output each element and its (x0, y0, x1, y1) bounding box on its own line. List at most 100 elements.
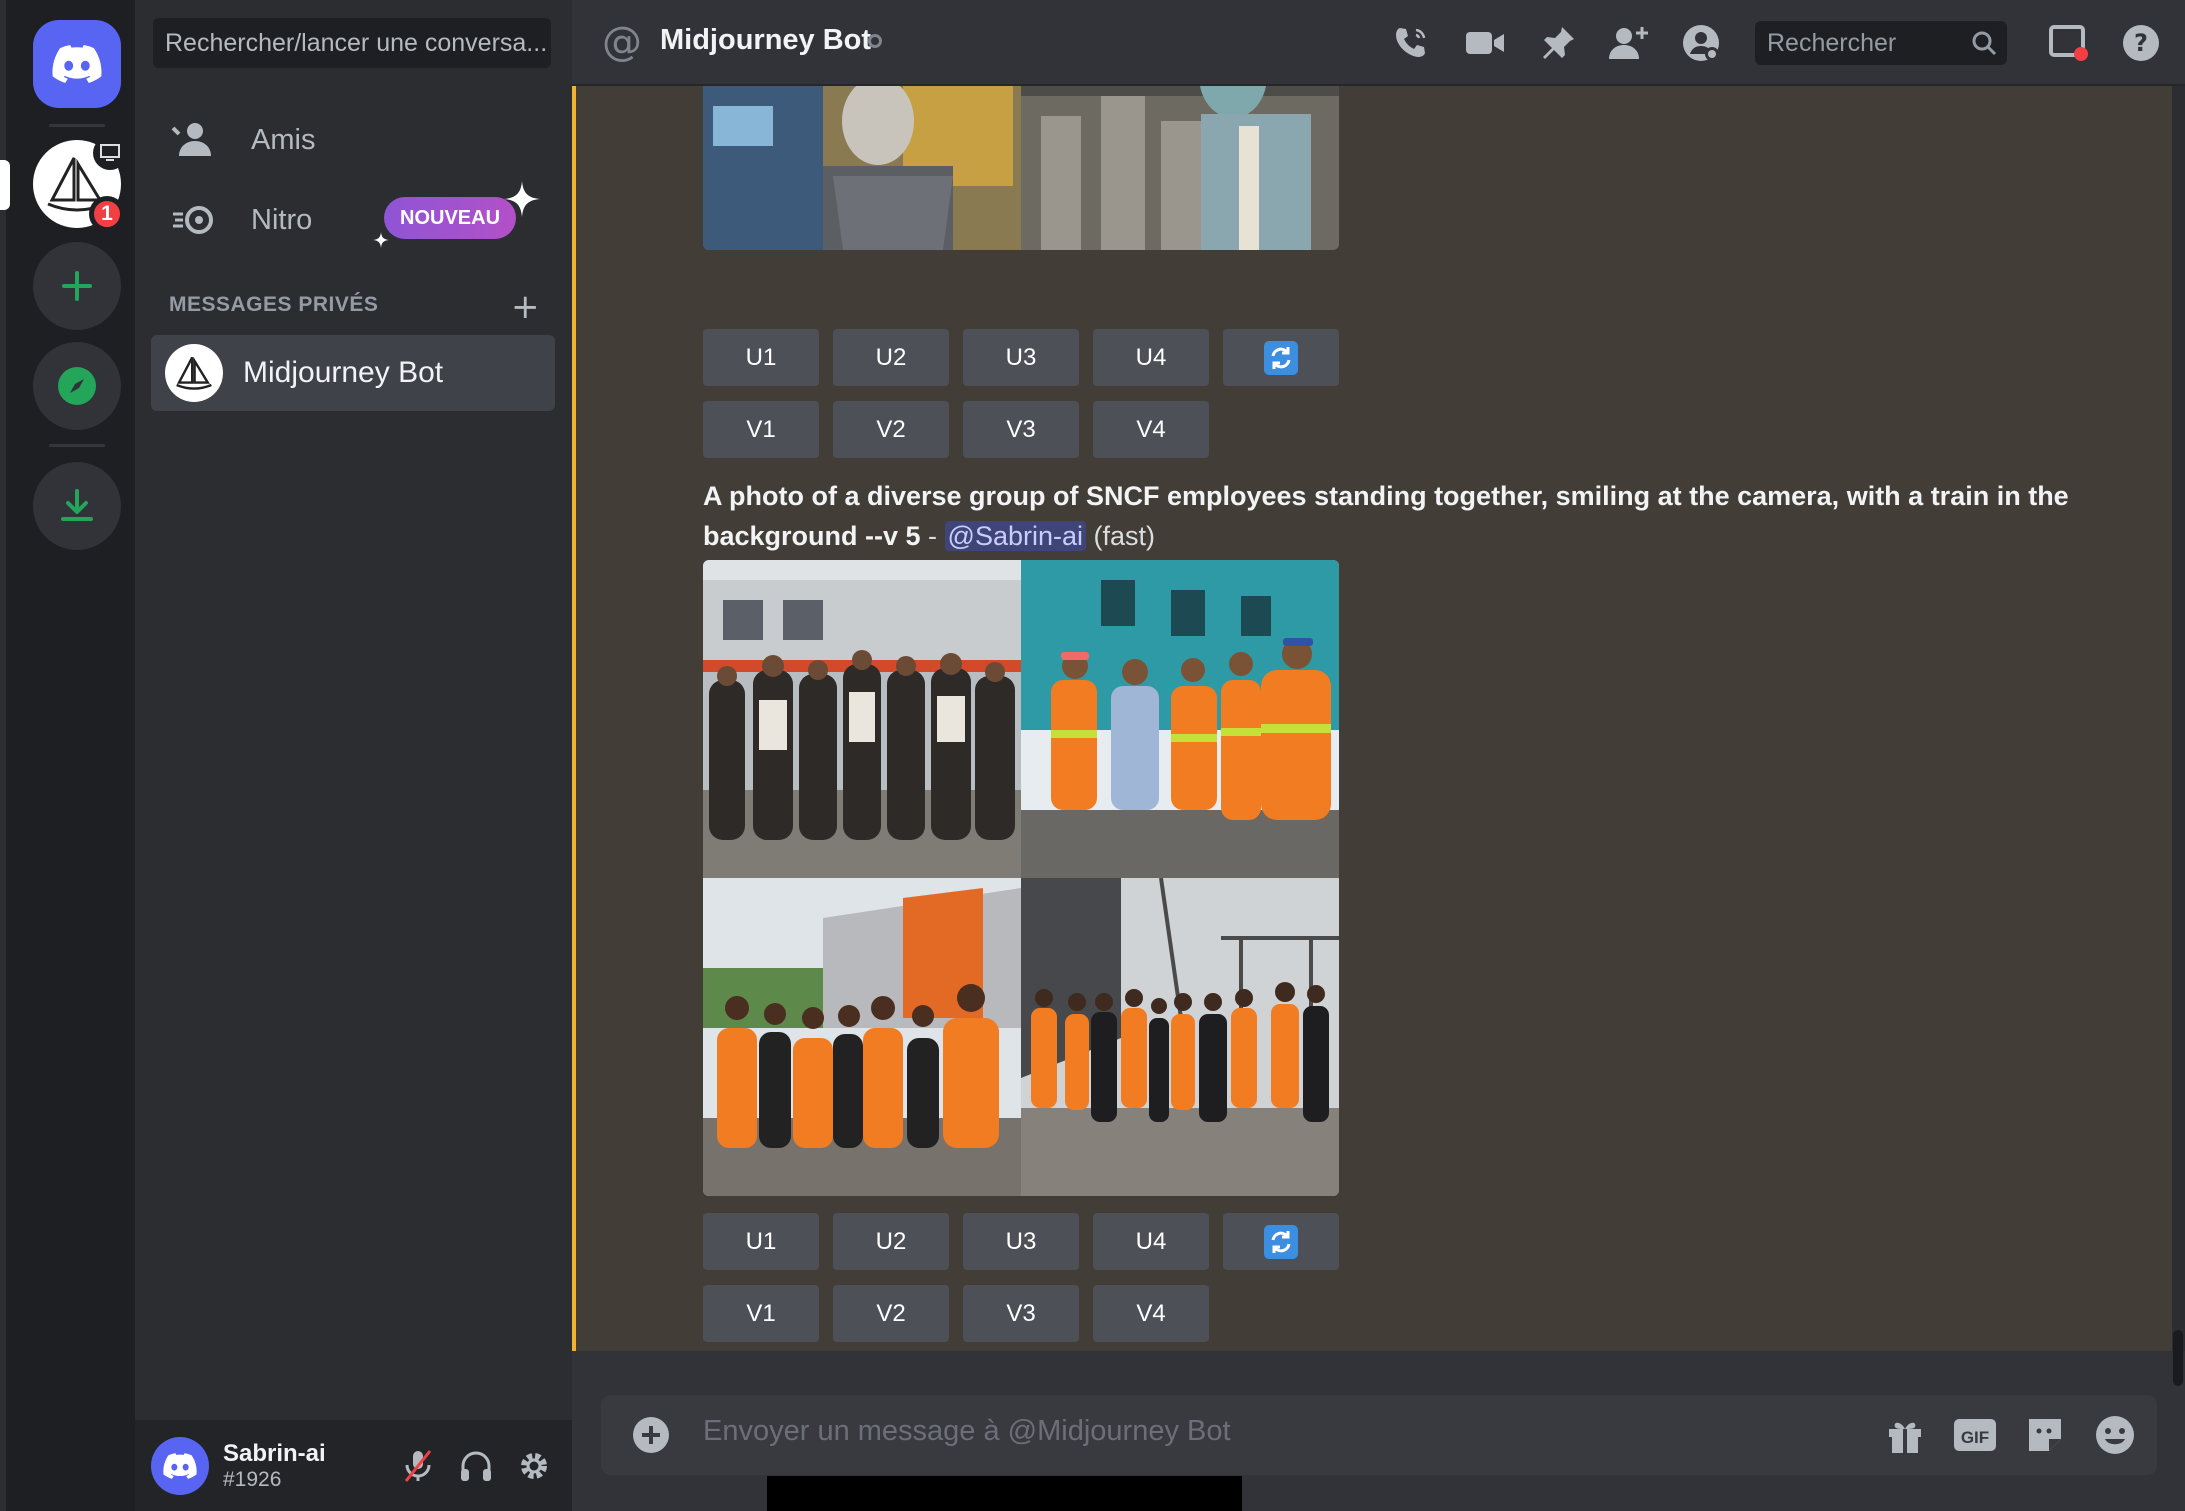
gif-button[interactable]: GIF (1953, 1413, 1997, 1457)
image-tile[interactable] (703, 86, 1021, 250)
message-list: U1 U2 U3 U4 V1 V2 V3 V4 A photo of a div… (572, 86, 2172, 1351)
server-rail: 1 (0, 0, 135, 1511)
explore-button[interactable] (33, 342, 121, 430)
phone-call-icon (1396, 28, 1426, 57)
sticker-icon (2029, 1419, 2061, 1451)
emoji-button[interactable] (2093, 1413, 2137, 1457)
at-sign-icon: @ (602, 19, 642, 65)
dm-item-label: Midjourney Bot (243, 356, 444, 389)
upscale-4-button[interactable]: U4 (1093, 329, 1209, 386)
reroll-button[interactable] (1223, 329, 1339, 386)
new-dm-button[interactable]: + (511, 290, 540, 324)
inbox-button[interactable] (2048, 22, 2090, 64)
user-mention[interactable]: @Sabrin-ai (944, 521, 1086, 551)
avatar[interactable] (151, 1436, 209, 1495)
variation-3-button[interactable]: V3 (963, 1285, 1079, 1342)
start-video-call-button[interactable] (1464, 22, 1506, 64)
add-server-button[interactable] (33, 242, 121, 330)
variation-1-button[interactable]: V1 (703, 1285, 819, 1342)
deafen-button[interactable] (458, 1448, 494, 1484)
mention-badge: 1 (89, 196, 125, 232)
plus-icon (62, 271, 92, 301)
variation-button-row: V1 V2 V3 V4 (703, 401, 1209, 458)
gear-icon (521, 1452, 547, 1479)
sticker-button[interactable] (2023, 1413, 2067, 1457)
download-icon (61, 489, 93, 521)
discord-home-button[interactable] (33, 20, 121, 108)
prompt-separator: - (920, 521, 945, 551)
upscale-3-button[interactable]: U3 (963, 1213, 1079, 1270)
dm-item-midjourney-bot[interactable]: Midjourney Bot (151, 335, 555, 411)
compass-icon (58, 367, 96, 405)
message-input[interactable]: Envoyer un message à @Midjourney Bot (703, 1415, 1231, 1448)
variation-2-button[interactable]: V2 (833, 401, 949, 458)
discord-logo-icon (52, 45, 102, 83)
gift-icon (1889, 1422, 1921, 1453)
user-settings-button[interactable] (516, 1448, 552, 1484)
variation-1-button[interactable]: V1 (703, 401, 819, 458)
svg-text:?: ? (2134, 29, 2148, 57)
user-info[interactable]: Sabrin-ai #1926 (223, 1440, 326, 1492)
dm-sidebar: Rechercher/lancer une conversa... Amis N… (135, 0, 572, 1511)
dm-section-header: MESSAGES PRIVÉS (169, 293, 379, 316)
variation-2-button[interactable]: V2 (833, 1285, 949, 1342)
upscale-1-button[interactable]: U1 (703, 1213, 819, 1270)
upscale-button-row: U1 U2 U3 U4 (703, 1213, 1339, 1270)
refresh-icon (1264, 340, 1298, 375)
upscale-1-button[interactable]: U1 (703, 329, 819, 386)
nitro-new-badge: NOUVEAU (384, 197, 517, 239)
image-tile[interactable] (1021, 878, 1339, 1196)
variation-4-button[interactable]: V4 (1093, 1285, 1209, 1342)
user-panel: Sabrin-ai #1926 (135, 1420, 572, 1511)
image-tile[interactable] (703, 878, 1021, 1196)
scrollbar-thumb[interactable] (2173, 1330, 2183, 1386)
previous-image-grid[interactable] (703, 86, 1339, 250)
emoji-icon (2096, 1416, 2134, 1454)
avatar (165, 344, 223, 402)
message-composer[interactable]: Envoyer un message à @Midjourney Bot GIF (601, 1395, 2157, 1475)
server-midjourney[interactable]: 1 (33, 136, 127, 232)
upscale-2-button[interactable]: U2 (833, 329, 949, 386)
download-apps-button[interactable] (33, 462, 121, 550)
header-search-input[interactable]: Rechercher (1755, 21, 2007, 65)
sidebar-item-friends[interactable]: Amis (151, 104, 555, 176)
rail-separator (49, 124, 105, 127)
username: Sabrin-ai (223, 1439, 326, 1467)
image-tile[interactable] (1021, 86, 1339, 250)
upscale-4-button[interactable]: U4 (1093, 1213, 1209, 1270)
conversation-search-input[interactable]: Rechercher/lancer une conversa... (153, 18, 551, 68)
add-friends-to-dm-button[interactable] (1608, 22, 1650, 64)
friends-icon (171, 122, 231, 158)
sparkle-icon (373, 232, 389, 248)
generated-image-grid[interactable] (703, 560, 1339, 1196)
search-icon (1972, 31, 1997, 56)
discord-app: 1 Rechercher/lancer une conversa... Amis… (0, 0, 2185, 1511)
image-tile[interactable] (1021, 560, 1339, 878)
variation-4-button[interactable]: V4 (1093, 401, 1209, 458)
pinned-messages-button[interactable] (1537, 22, 1579, 64)
upscale-2-button[interactable]: U2 (833, 1213, 949, 1270)
add-attachment-icon[interactable] (631, 1415, 671, 1455)
user-profile-icon (1683, 25, 1719, 61)
scrollbar-track[interactable] (2172, 86, 2185, 1351)
user-discriminator: #1926 (223, 1467, 282, 1491)
variation-3-button[interactable]: V3 (963, 401, 1079, 458)
mute-microphone-button[interactable] (400, 1448, 436, 1484)
channel-header: @ Midjourney Bot Rechercher ? (572, 0, 2185, 86)
show-user-profile-button[interactable] (1680, 22, 1722, 64)
inbox-icon (2049, 25, 2088, 61)
mention-highlight-bar (572, 86, 576, 1351)
channel-title: Midjourney Bot (660, 24, 872, 56)
sparkle-icon (504, 181, 540, 217)
headphones-icon (461, 1451, 491, 1481)
microphone-muted-icon (404, 1449, 432, 1482)
header-search-placeholder: Rechercher (1767, 29, 1897, 57)
upscale-3-button[interactable]: U3 (963, 329, 1079, 386)
help-button[interactable]: ? (2120, 22, 2162, 64)
start-voice-call-button[interactable] (1390, 22, 1432, 64)
prompt-text: A photo of a diverse group of SNCF emplo… (703, 481, 2069, 551)
gift-button[interactable] (1883, 1413, 1927, 1457)
reroll-button[interactable] (1223, 1213, 1339, 1270)
image-tile[interactable] (703, 560, 1021, 878)
speed-mode-label: (fast) (1093, 521, 1156, 551)
